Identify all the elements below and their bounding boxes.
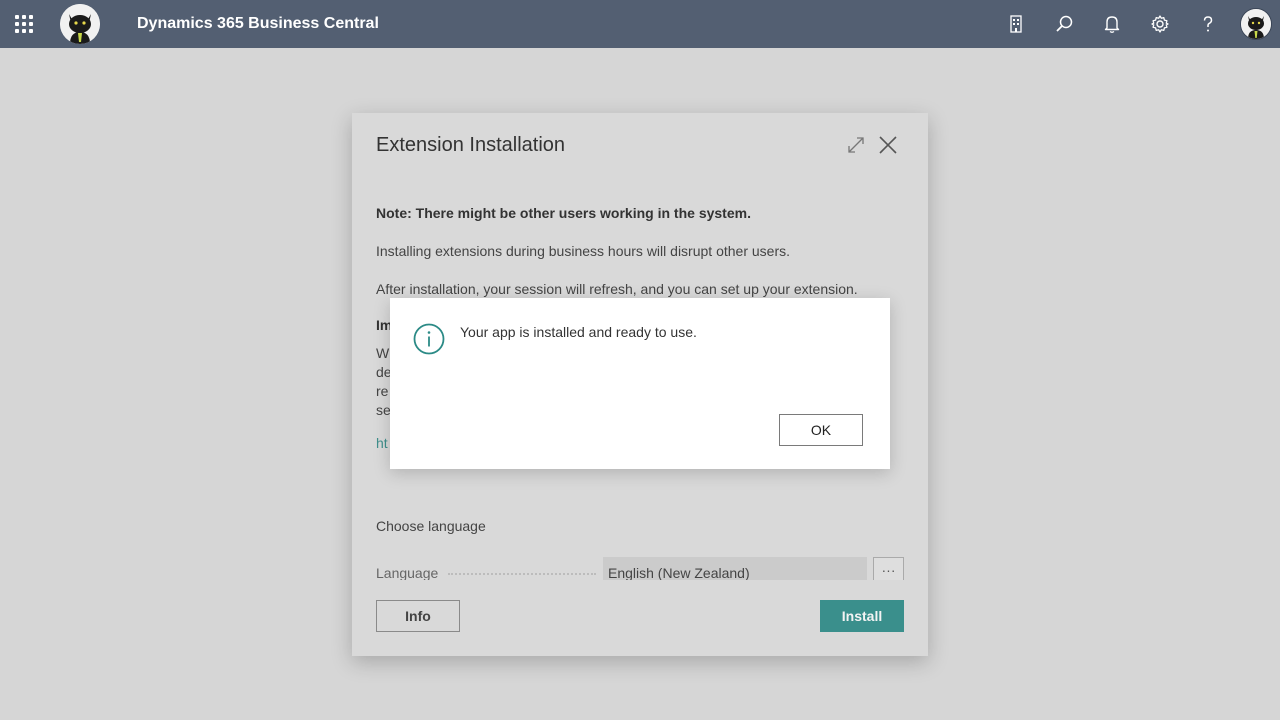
- note-text: Note: There might be other users working…: [376, 205, 751, 221]
- avatar-icon: [1241, 9, 1271, 39]
- dialog-title: Extension Installation: [376, 134, 566, 156]
- session-refresh-text: After installation, your session will re…: [376, 281, 858, 297]
- disruption-text: Installing extensions during business ho…: [376, 243, 790, 259]
- body-line-4: se: [376, 402, 391, 418]
- installed-message-box: Your app is installed and ready to use. …: [390, 298, 890, 469]
- body-line-3: re: [376, 383, 389, 399]
- ok-button[interactable]: OK: [779, 414, 863, 446]
- company-logo[interactable]: [60, 4, 100, 44]
- expand-icon[interactable]: [846, 135, 866, 155]
- bell-icon[interactable]: [1100, 12, 1124, 36]
- app-launcher-icon[interactable]: [14, 14, 34, 34]
- language-lookup-button[interactable]: ···: [873, 557, 904, 581]
- install-button[interactable]: Install: [820, 600, 904, 632]
- choose-language-heading: Choose language: [376, 518, 486, 534]
- company-icon[interactable]: [1004, 12, 1028, 36]
- body-line-1: W: [376, 345, 390, 361]
- search-icon[interactable]: [1052, 12, 1076, 36]
- app-title[interactable]: Dynamics 365 Business Central: [137, 14, 379, 34]
- content-clip: [352, 580, 928, 590]
- info-icon: [413, 323, 445, 355]
- language-leader-dots: [448, 573, 596, 576]
- language-field[interactable]: English (New Zealand): [603, 557, 867, 581]
- message-text: Your app is installed and ready to use.: [460, 324, 697, 340]
- gear-icon[interactable]: [1148, 12, 1172, 36]
- help-icon[interactable]: [1196, 12, 1220, 36]
- info-link[interactable]: ht: [376, 434, 388, 453]
- close-icon[interactable]: [878, 135, 898, 155]
- info-button[interactable]: Info: [376, 600, 460, 632]
- user-avatar[interactable]: [1240, 8, 1272, 40]
- top-bar: Dynamics 365 Business Central: [0, 0, 1280, 48]
- cat-logo-icon: [60, 4, 100, 44]
